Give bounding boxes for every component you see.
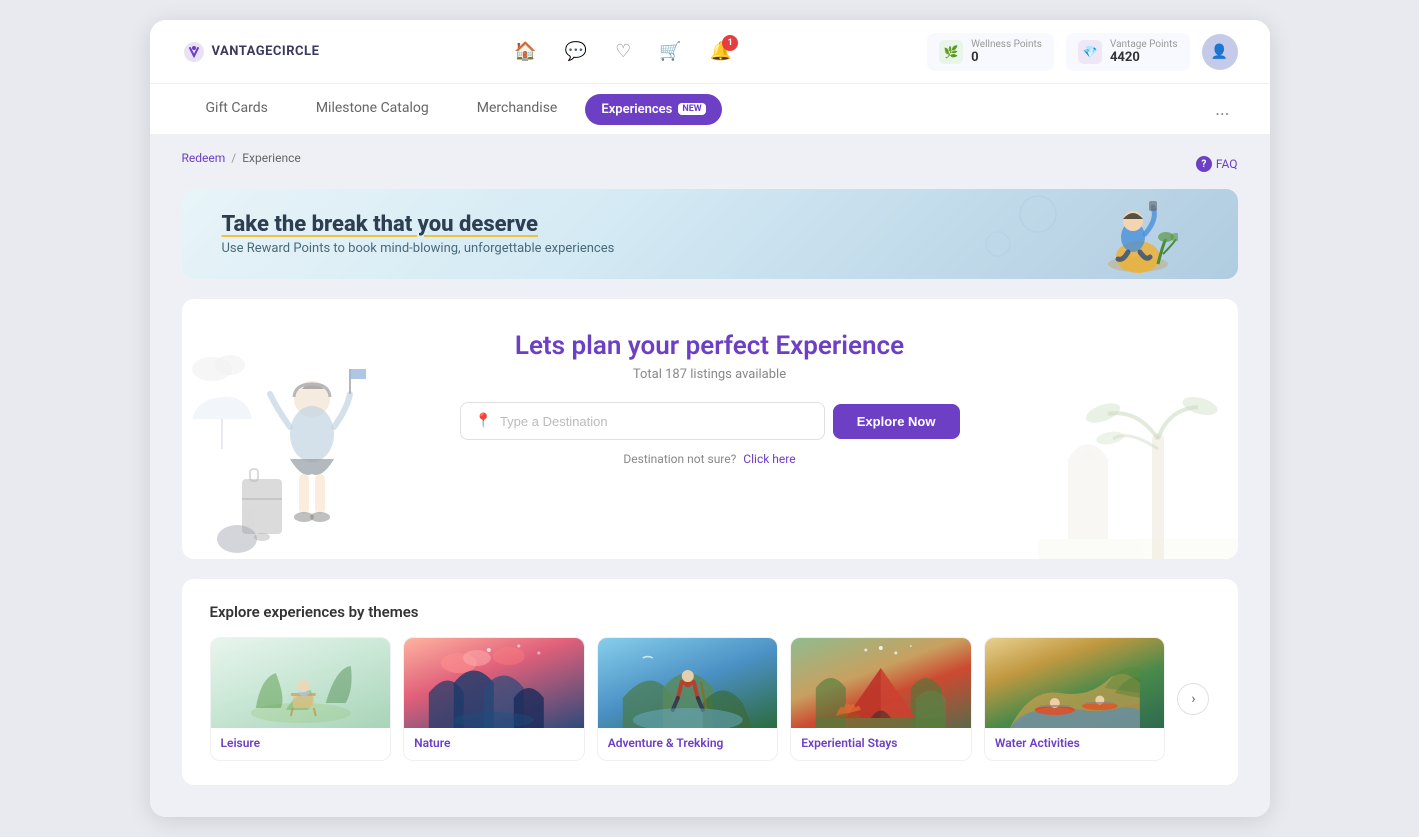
notification-icon[interactable]: 🔔 1 [710,41,732,62]
wellness-value: 0 [971,50,1042,65]
leisure-illustration [211,638,391,728]
location-icon: 📍 [475,413,492,429]
tab-gift-cards[interactable]: Gift Cards [182,84,292,134]
header-nav: 🏠 💬 ♡ 🛒 🔔 1 [514,41,732,62]
destination-input[interactable] [500,414,810,429]
theme-label-leisure: Leisure [211,728,391,760]
theme-img-stays [791,638,971,728]
wellness-points-box[interactable]: 🌿 Wellness Points 0 [927,33,1054,71]
theme-card-adventure[interactable]: Adventure & Trekking [597,637,779,761]
banner-illustration [1058,189,1178,279]
banner-title-suffix: that you deserve [368,212,538,237]
nav-tabs: Gift Cards Milestone Catalog Merchandise… [150,84,1270,135]
water-illustration [985,638,1165,728]
theme-img-leisure [211,638,391,728]
theme-img-water [985,638,1165,728]
breadcrumb: Redeem / Experience [182,151,301,165]
tab-experiences-label: Experiences [601,102,672,117]
themes-section: Explore experiences by themes [182,579,1238,785]
banner-text: Take the break that you deserve Use Rewa… [182,212,655,256]
vantage-label: Vantage Points [1110,39,1178,50]
home-icon[interactable]: 🏠 [514,41,536,62]
header: VANTAGECIRCLE 🏠 💬 ♡ 🛒 🔔 1 🌿 Wellness Poi… [150,20,1270,84]
vantage-icon: 💎 [1078,40,1102,64]
search-section-inner: Lets plan your perfect Experience Total … [222,331,1198,466]
themes-grid: Leisure [210,637,1210,761]
theme-img-adventure [598,638,778,728]
banner-title-prefix: Take the [222,212,312,237]
search-bar: 📍 Explore Now [460,402,960,440]
vantage-value: 4420 [1110,50,1178,65]
theme-card-water[interactable]: Water Activities [984,637,1166,761]
faq-icon: ? [1196,156,1212,172]
chat-icon[interactable]: 💬 [565,41,587,62]
search-title-highlight: Experience [775,331,904,361]
search-subtitle: Total 187 listings available [222,367,1198,382]
wellness-label: Wellness Points [971,39,1042,50]
themes-title: Explore experiences by themes [210,603,1210,621]
breadcrumb-separator: / [231,151,236,165]
notification-badge: 1 [722,35,738,51]
tab-experiences[interactable]: Experiences NEW [585,94,721,125]
banner: Take the break that you deserve Use Rewa… [182,189,1238,279]
vantage-points-box[interactable]: 💎 Vantage Points 4420 [1066,33,1190,71]
wellness-icon: 🌿 [939,40,963,64]
experiences-new-badge: NEW [678,103,705,115]
faq-link[interactable]: ? FAQ [1196,156,1238,172]
theme-card-stays[interactable]: Experiential Stays [790,637,972,761]
nature-illustration [404,638,584,728]
breadcrumb-experience: Experience [242,151,301,165]
search-title: Lets plan your perfect Experience [222,331,1198,361]
banner-title: Take the break that you deserve [222,212,615,237]
explore-now-button[interactable]: Explore Now [833,404,960,439]
logo-icon [182,40,206,64]
hint-link[interactable]: Click here [743,452,795,466]
avatar[interactable]: 👤 [1202,34,1238,70]
theme-label-stays: Experiential Stays [791,728,971,760]
heart-icon[interactable]: ♡ [615,41,631,62]
theme-card-leisure[interactable]: Leisure [210,637,392,761]
hint-prefix: Destination not sure? [623,452,736,466]
tab-milestone-catalog[interactable]: Milestone Catalog [292,84,453,134]
main-content: Redeem / Experience ? FAQ Take the break… [150,135,1270,817]
carousel-next-arrow[interactable]: › [1177,683,1209,715]
theme-label-water: Water Activities [985,728,1165,760]
adventure-illustration [598,638,778,728]
theme-label-adventure: Adventure & Trekking [598,728,778,760]
vantage-points-info: Vantage Points 4420 [1110,39,1178,65]
banner-decor [978,194,1058,264]
wellness-points-info: Wellness Points 0 [971,39,1042,65]
logo-text: VANTAGECIRCLE [212,44,320,59]
banner-subtitle: Use Reward Points to book mind-blowing, … [222,241,615,256]
tab-more[interactable]: ... [1207,91,1237,128]
banner-title-bold: break [312,212,368,237]
stays-illustration [791,638,971,728]
app-container: VANTAGECIRCLE 🏠 💬 ♡ 🛒 🔔 1 🌿 Wellness Poi… [150,20,1270,817]
tab-merchandise[interactable]: Merchandise [453,84,582,134]
theme-card-nature[interactable]: Nature [403,637,585,761]
destination-hint: Destination not sure? Click here [222,452,1198,466]
breadcrumb-redeem[interactable]: Redeem [182,151,226,165]
banner-person-illustration [1058,189,1178,279]
search-title-prefix: Lets plan your perfect [515,331,776,361]
theme-label-nature: Nature [404,728,584,760]
theme-img-nature [404,638,584,728]
search-input-wrap[interactable]: 📍 [460,402,825,440]
faq-label: FAQ [1216,157,1238,171]
search-section: Lets plan your perfect Experience Total … [182,299,1238,559]
logo[interactable]: VANTAGECIRCLE [182,40,320,64]
cart-icon[interactable]: 🛒 [659,41,681,62]
points-group: 🌿 Wellness Points 0 💎 Vantage Points 442… [927,33,1237,71]
